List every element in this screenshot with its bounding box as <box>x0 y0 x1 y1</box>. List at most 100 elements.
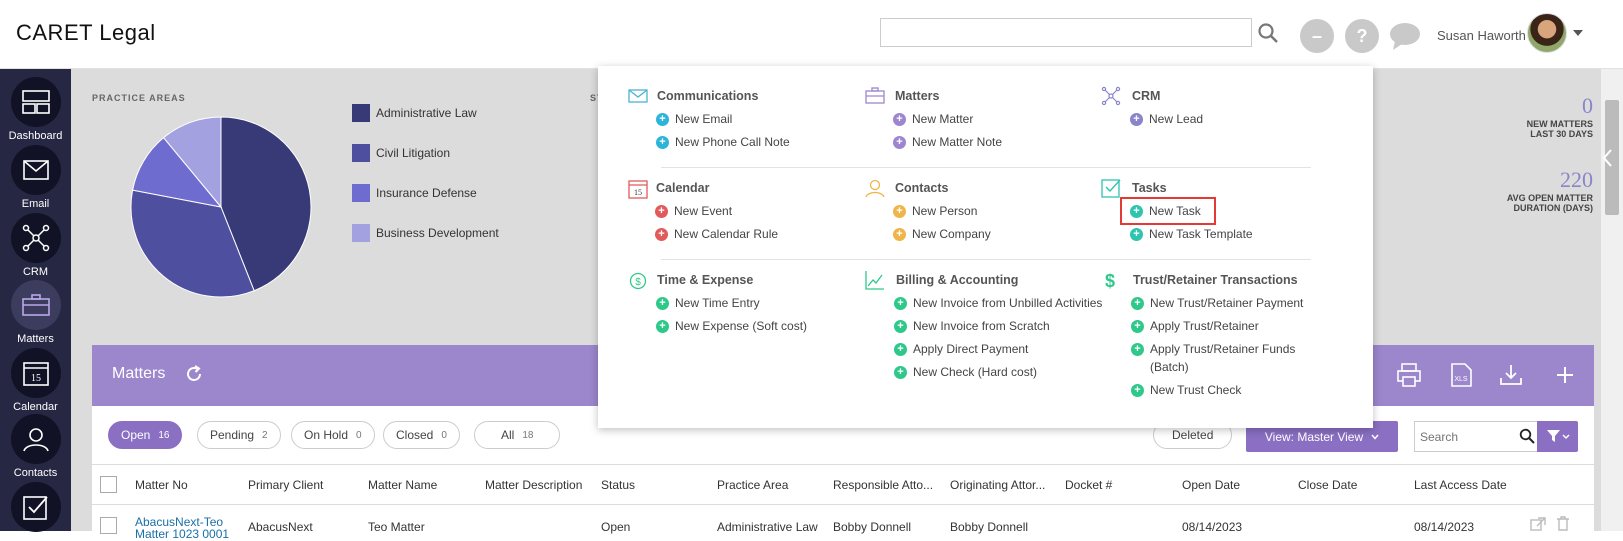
menu-new-time-entry[interactable]: New Time Entry <box>656 294 760 312</box>
filter-count: 18 <box>522 429 534 441</box>
filter-closed[interactable]: Closed 0 <box>383 421 460 449</box>
menu-new-invoice-unbilled[interactable]: New Invoice from Unbilled Activities <box>894 294 1102 312</box>
avatar[interactable] <box>1527 13 1567 53</box>
chevron-left-icon[interactable] <box>1601 148 1613 168</box>
nav-label: Contacts <box>13 467 58 479</box>
menu-label: New Task Template <box>1149 227 1253 241</box>
column-header[interactable]: Last Access Date <box>1414 478 1507 492</box>
xls-export-icon[interactable]: XLS <box>1448 362 1474 388</box>
menu-new-calendar-rule[interactable]: New Calendar Rule <box>655 225 778 243</box>
funnel-icon <box>1547 430 1570 442</box>
nav-crm[interactable]: CRM <box>0 213 71 278</box>
menu-apply-direct-payment[interactable]: Apply Direct Payment <box>894 340 1028 358</box>
column-header[interactable]: Status <box>601 478 635 492</box>
calendar-15-icon: 15 <box>628 180 648 199</box>
nav-label: CRM <box>22 266 49 278</box>
column-header[interactable]: Practice Area <box>717 478 788 492</box>
legend-label: Insurance Defense <box>376 186 477 200</box>
matter-no-link[interactable]: AbacusNext-Teo Matter 1023 0001 <box>135 516 229 540</box>
nav-tasks[interactable] <box>0 482 71 535</box>
briefcase-icon <box>10 280 61 330</box>
section-tasks: Tasks <box>1132 181 1167 195</box>
menu-new-trust-payment[interactable]: New Trust/Retainer Payment <box>1131 294 1303 312</box>
cell-responsible: Bobby Donnell <box>833 520 912 534</box>
select-all-checkbox[interactable] <box>100 476 117 493</box>
nav-matters[interactable]: Matters <box>0 280 71 345</box>
menu-label: New Matter <box>912 112 974 126</box>
search-icon[interactable] <box>1519 428 1535 444</box>
menu-new-trust-check[interactable]: New Trust Check <box>1131 381 1241 399</box>
search-icon[interactable] <box>1257 22 1279 44</box>
download-icon[interactable] <box>1498 362 1524 388</box>
filter-label: All <box>501 428 515 442</box>
filter-on-hold[interactable]: On Hold 0 <box>291 421 375 449</box>
column-header[interactable]: Matter No <box>135 478 188 492</box>
open-external-icon[interactable] <box>1530 517 1546 531</box>
envelope-outline-icon <box>628 89 648 103</box>
column-header[interactable]: Primary Client <box>248 478 323 492</box>
menu-new-matter[interactable]: New Matter <box>893 110 973 128</box>
menu-new-check[interactable]: New Check (Hard cost) <box>894 363 1037 381</box>
calendar-icon: 15 <box>10 348 61 398</box>
print-icon[interactable] <box>1396 362 1422 388</box>
menu-apply-trust[interactable]: Apply Trust/Retainer <box>1131 317 1259 335</box>
add-icon[interactable] <box>1552 362 1578 388</box>
filter-all[interactable]: All 18 <box>474 421 561 449</box>
quick-add-button[interactable]: – <box>1300 19 1334 53</box>
menu-label: New Company <box>912 227 991 241</box>
stat-label: DURATION (DAYS) <box>1513 203 1593 213</box>
cell-area: Administrative Law <box>717 520 818 534</box>
global-search-input[interactable] <box>880 18 1252 47</box>
filter-count: 16 <box>158 429 170 441</box>
filter-button[interactable] <box>1537 421 1578 452</box>
cell-originating: Bobby Donnell <box>950 520 1029 534</box>
deleted-label: Deleted <box>1172 428 1214 442</box>
legend-item: Insurance Defense <box>352 184 477 202</box>
column-header[interactable]: Matter Name <box>368 478 437 492</box>
contacts-outline-icon <box>865 179 885 198</box>
filter-pending[interactable]: Pending 2 <box>197 421 281 449</box>
menu-new-phone-call-note[interactable]: New Phone Call Note <box>656 133 790 151</box>
svg-text:15: 15 <box>634 188 642 197</box>
user-name[interactable]: Susan Haworth <box>1437 28 1526 43</box>
app-logo[interactable]: CARET Legal <box>16 20 156 46</box>
cell-open-date: 08/14/2023 <box>1182 520 1243 534</box>
menu-new-matter-note[interactable]: New Matter Note <box>893 133 1002 151</box>
stat-avg-duration: 220 AVG OPEN MATTER DURATION (DAYS) <box>1507 167 1593 213</box>
nav-calendar[interactable]: 15 Calendar <box>0 348 71 413</box>
menu-apply-trust-funds-batch[interactable]: Apply Trust/Retainer Funds (Batch) <box>1131 340 1295 376</box>
nav-email[interactable]: Email <box>0 145 71 210</box>
stat-label: AVG OPEN MATTER <box>1506 193 1593 203</box>
menu-label: New Email <box>675 112 733 126</box>
menu-new-person[interactable]: New Person <box>893 202 977 220</box>
chat-icon[interactable] <box>1389 21 1421 51</box>
cell-status: Open <box>601 520 631 534</box>
menu-new-expense[interactable]: New Expense (Soft cost) <box>656 317 807 335</box>
trash-icon[interactable] <box>1556 516 1570 531</box>
chevron-down-icon[interactable] <box>1573 30 1583 36</box>
legend-label: Civil Litigation <box>376 146 451 160</box>
column-header[interactable]: Docket # <box>1065 478 1112 492</box>
menu-new-email[interactable]: New Email <box>656 110 732 128</box>
column-header[interactable]: Close Date <box>1298 478 1357 492</box>
column-header[interactable]: Originating Attor... <box>950 478 1045 492</box>
row-checkbox[interactable] <box>100 517 117 534</box>
section-time-expense: Time & Expense <box>657 273 754 287</box>
help-icon[interactable]: ? <box>1345 19 1379 53</box>
column-header[interactable]: Responsible Atto... <box>833 478 933 492</box>
menu-new-task-template[interactable]: New Task Template <box>1130 225 1253 243</box>
column-header[interactable]: Matter Description <box>485 478 582 492</box>
refresh-icon[interactable] <box>184 364 204 384</box>
column-header[interactable]: Open Date <box>1182 478 1240 492</box>
nav-contacts[interactable]: Contacts <box>0 414 71 479</box>
nav-dashboard[interactable]: Dashboard <box>0 77 71 142</box>
menu-new-lead[interactable]: New Lead <box>1130 110 1203 128</box>
legend-swatch <box>352 144 370 162</box>
menu-new-company[interactable]: New Company <box>893 225 991 243</box>
menu-new-invoice-scratch[interactable]: New Invoice from Scratch <box>894 317 1050 335</box>
divider <box>661 167 1311 168</box>
filter-open[interactable]: Open 16 <box>108 421 183 449</box>
menu-new-event[interactable]: New Event <box>655 202 732 220</box>
menu-label: Apply Direct Payment <box>913 342 1029 356</box>
legend-item: Civil Litigation <box>352 144 450 162</box>
